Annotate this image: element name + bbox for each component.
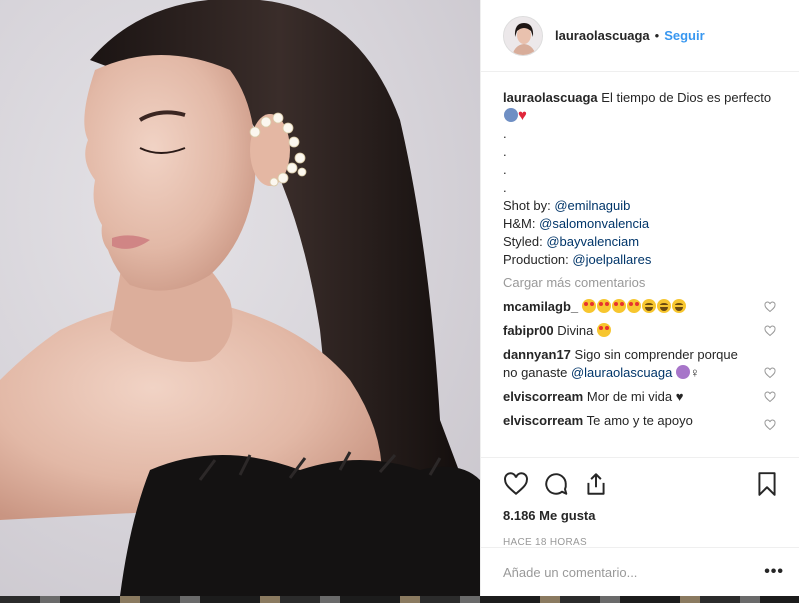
comment-item: fabipr00 Divina	[503, 322, 778, 340]
avatar-icon	[504, 16, 542, 55]
more-options-icon[interactable]: •••	[764, 563, 784, 581]
comment-icon[interactable]	[543, 471, 569, 497]
comment-text: Divina	[557, 323, 594, 338]
add-comment-bar: •••	[481, 547, 799, 596]
emoji-icon	[581, 299, 687, 314]
post-actions: 8.186 Me gusta HACE 18 HORAS	[481, 457, 799, 548]
comments-section[interactable]: lauraolascuaga El tiempo de Dios es perf…	[481, 72, 799, 457]
comment-username[interactable]: mcamilagb_	[503, 299, 578, 314]
heart-small-icon[interactable]	[764, 419, 776, 431]
caption-text: El tiempo de Dios es perfecto	[601, 90, 772, 105]
comment-username[interactable]: elviscorream	[503, 413, 583, 428]
comment-item: mcamilagb_	[503, 298, 778, 316]
credit-line: Production: @joelpallares	[503, 252, 652, 267]
comment-text: Te amo y te apoyo	[586, 413, 693, 428]
comment-item: dannyan17 Sigo sin comprender porque no …	[503, 346, 778, 382]
comment-item: elviscorream Mor de mi vida ♥	[503, 388, 778, 406]
comment-item: elviscorream Te amo y te apoyo	[503, 412, 778, 431]
caption-username[interactable]: lauraolascuaga	[503, 90, 598, 105]
bookmark-icon[interactable]	[754, 471, 780, 497]
black-heart-icon: ♥	[675, 389, 684, 404]
heart-icon[interactable]	[503, 471, 529, 497]
post-sidebar: lauraolascuaga • Seguir lauraolascuaga E…	[480, 0, 799, 596]
comment-input[interactable]	[503, 564, 765, 580]
mention-link[interactable]: @lauraolascuaga	[571, 365, 672, 380]
mention-link[interactable]: @emilnaguib	[554, 198, 630, 213]
caption-dots: . . . .	[503, 126, 507, 195]
credit-line: Styled: @bayvalenciam	[503, 234, 640, 249]
likes-count[interactable]: 8.186 Me gusta	[503, 508, 784, 523]
heart-eyes-emoji-icon	[596, 323, 611, 337]
mention-link[interactable]: @bayvalenciam	[546, 234, 639, 249]
comment-username[interactable]: dannyan17	[503, 347, 571, 362]
header-separator: •	[654, 28, 660, 43]
caption: lauraolascuaga El tiempo de Dios es perf…	[503, 89, 778, 125]
next-post-preview	[0, 596, 799, 603]
load-more-comments[interactable]: Cargar más comentarios	[503, 274, 778, 292]
mention-link[interactable]: @salomonvalencia	[539, 216, 649, 231]
action-icons	[503, 466, 784, 502]
post-container: lauraolascuaga • Seguir lauraolascuaga E…	[0, 0, 799, 596]
heart-small-icon[interactable]	[764, 325, 776, 337]
heart-small-icon[interactable]	[764, 391, 776, 403]
woman-emoji-icon	[504, 108, 518, 122]
mention-link[interactable]: @joelpallares	[572, 252, 651, 267]
comment-text: Mor de mi vida	[586, 389, 673, 404]
caption-credits: Shot by: @emilnaguib H&M: @salomonvalenc…	[503, 197, 778, 269]
heart-small-icon[interactable]	[764, 301, 776, 313]
share-icon[interactable]	[583, 471, 609, 497]
female-sign: ♀	[689, 365, 700, 380]
comment-username[interactable]: fabipr00	[503, 323, 554, 338]
post-image[interactable]	[0, 0, 480, 596]
comment-username[interactable]: elviscorream	[503, 389, 583, 404]
portrait-photo	[0, 0, 480, 596]
avatar[interactable]	[503, 15, 543, 56]
heart-small-icon[interactable]	[764, 367, 776, 379]
credit-line: H&M: @salomonvalencia	[503, 216, 650, 231]
red-heart-icon: ♥	[518, 107, 527, 124]
header-username[interactable]: lauraolascuaga	[555, 28, 650, 43]
follow-button[interactable]: Seguir	[664, 28, 704, 43]
post-header: lauraolascuaga • Seguir	[481, 0, 799, 72]
credit-line: Shot by: @emilnaguib	[503, 198, 631, 213]
shrug-emoji-icon	[675, 365, 690, 379]
